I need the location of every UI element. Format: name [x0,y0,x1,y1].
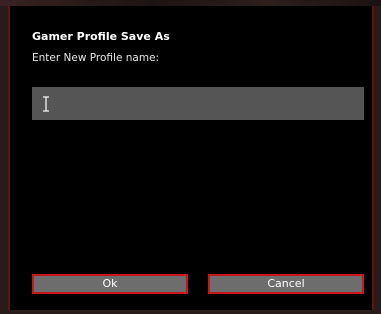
dialog-title: Gamer Profile Save As [32,30,170,43]
profile-name-prompt: Enter New Profile name: [32,52,160,64]
text-cursor-icon [43,96,49,112]
cancel-button[interactable]: Cancel [208,274,364,294]
save-as-dialog: Gamer Profile Save As Enter New Profile … [8,6,374,310]
ok-button[interactable]: Ok [32,274,188,294]
profile-name-input[interactable] [32,87,364,120]
